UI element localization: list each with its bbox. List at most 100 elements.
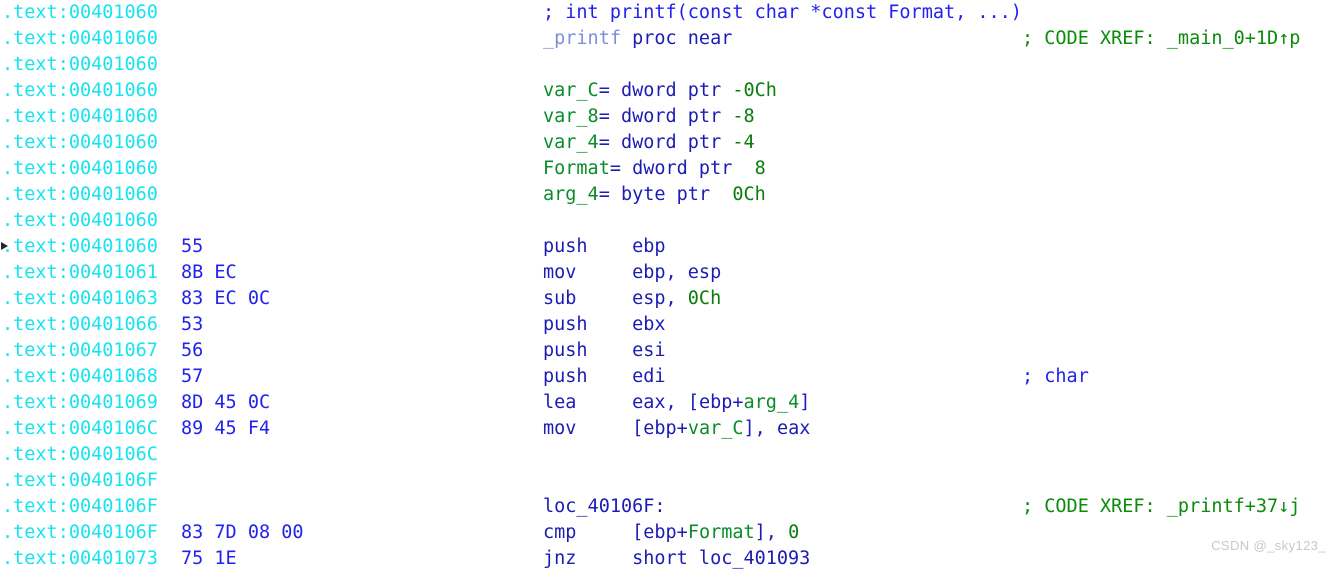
opcode-bytes: 57 <box>181 364 203 390</box>
disasm-line[interactable]: .text:0040106C <box>0 442 1338 468</box>
code-token: 0 <box>788 522 799 543</box>
instruction-text[interactable]: ; int printf(const char *const Format, .… <box>543 0 1022 26</box>
instruction-text[interactable]: loc_40106F: <box>543 494 666 520</box>
disasm-line[interactable]: .text:00401061 8B EC mov ebp, esp <box>0 260 1338 286</box>
disasm-line[interactable]: .text:00401060 <box>0 208 1338 234</box>
instruction-text[interactable]: sub esp, 0Ch <box>543 286 721 312</box>
code-token: lea <box>543 392 576 413</box>
instruction-text[interactable]: Format= dword ptr 8 <box>543 156 766 182</box>
code-token: Format <box>688 522 755 543</box>
address-label: .text:00401068 <box>2 364 158 390</box>
code-token: Format <box>543 158 610 179</box>
disasm-line[interactable]: .text:00401060 <box>0 52 1338 78</box>
address-label: .text:0040106C <box>2 416 158 442</box>
address-label: .text:00401067 <box>2 338 158 364</box>
code-token: var_C <box>543 80 599 101</box>
address-label: .text:00401060 <box>2 26 158 52</box>
code-token: [ <box>576 418 643 439</box>
code-token: ], <box>755 522 788 543</box>
instruction-text[interactable]: push esi <box>543 338 666 364</box>
address-label: .text:00401060 <box>2 208 158 234</box>
disasm-line[interactable]: .text:00401066 53 push ebx <box>0 312 1338 338</box>
disasm-line[interactable]: .text:00401060 Format= dword ptr 8 <box>0 156 1338 182</box>
address-label: .text:00401060 <box>2 234 158 260</box>
code-token: ebp <box>643 522 676 543</box>
code-token: mov <box>543 418 576 439</box>
code-token: var_8 <box>543 106 599 127</box>
disasm-line[interactable]: .text:00401060var_4= dword ptr -4 <box>0 130 1338 156</box>
code-token: 0Ch <box>688 288 721 309</box>
disasm-line[interactable]: .text:00401060var_C= dword ptr -0Ch <box>0 78 1338 104</box>
address-label: .text:00401060 <box>2 0 158 26</box>
disasm-line[interactable]: .text:00401069 8D 45 0C lea eax, [ebp+arg_… <box>0 390 1338 416</box>
code-token: mov ebp, esp <box>543 262 721 283</box>
code-token: push esi <box>543 340 666 361</box>
instruction-text[interactable]: push ebx <box>543 312 666 338</box>
line-comment[interactable]: ; char <box>1022 364 1089 390</box>
disassembly-view[interactable]: .text:00401060 ; int printf(const char *c… <box>0 0 1338 559</box>
opcode-bytes: 89 45 F4 <box>181 416 270 442</box>
disasm-line[interactable]: .text:0040106F 83 7D 08 00 cmp [ebp+Format… <box>0 520 1338 546</box>
code-token: , [ <box>666 392 699 413</box>
instruction-text[interactable]: arg_4= byte ptr 0Ch <box>543 182 766 208</box>
code-token: 8 <box>755 158 766 179</box>
disasm-line[interactable]: .text:00401063 83 EC 0C sub esp, 0Ch <box>0 286 1338 312</box>
code-token: proc near <box>621 28 732 49</box>
opcode-bytes: 8B EC <box>181 260 237 286</box>
code-token: = byte ptr <box>599 184 733 205</box>
disasm-line[interactable]: .text:00401067 56 push esi <box>0 338 1338 364</box>
opcode-bytes: 55 <box>181 234 203 260</box>
disasm-line[interactable]: .text:00401060 55 push ebp <box>0 234 1338 260</box>
code-token: cmp <box>543 522 576 543</box>
address-label: .text:00401066 <box>2 312 158 338</box>
instruction-text[interactable]: cmp [ebp+Format], 0 <box>543 520 799 546</box>
code-token: ], <box>744 418 777 439</box>
disasm-line[interactable]: .text:00401060 _printf proc near ; CODE XR… <box>0 26 1338 52</box>
code-token: ] <box>799 392 810 413</box>
disasm-line[interactable]: .text:0040107375 1Ejnz short loc_401093 <box>0 546 1338 572</box>
disasm-line[interactable]: .text:00401068 57 push edi ; char <box>0 364 1338 390</box>
line-comment[interactable]: ; CODE XREF: _main_0+1D↑p <box>1022 26 1300 52</box>
instruction-text[interactable]: var_8= dword ptr -8 <box>543 104 755 130</box>
code-token: + <box>677 418 688 439</box>
code-token: arg_4 <box>744 392 800 413</box>
instruction-text[interactable]: lea eax, [ebp+arg_4] <box>543 390 810 416</box>
address-label: .text:00401069 <box>2 390 158 416</box>
address-label: .text:00401061 <box>2 260 158 286</box>
disasm-line[interactable]: .text:0040106F <box>0 468 1338 494</box>
address-label: .text:0040106F <box>2 520 158 546</box>
opcode-bytes: 83 7D 08 00 <box>181 520 304 546</box>
instruction-text[interactable]: push edi <box>543 364 666 390</box>
code-token: ebp <box>643 418 676 439</box>
address-label: .text:00401063 <box>2 286 158 312</box>
disasm-line[interactable]: .text:0040106C 89 45 F4 mov [ebp+var_C], e… <box>0 416 1338 442</box>
code-token: push ebx <box>543 314 666 335</box>
disasm-line[interactable]: .text:00401060var_8= dword ptr -8 <box>0 104 1338 130</box>
line-comment[interactable]: ; CODE XREF: _printf+37↓j <box>1022 494 1300 520</box>
code-token: = dword ptr <box>599 132 733 153</box>
opcode-bytes: 56 <box>181 338 203 364</box>
code-token: push edi <box>543 366 666 387</box>
instruction-text[interactable]: mov ebp, esp <box>543 260 721 286</box>
opcode-bytes: 83 EC 0C <box>181 286 270 312</box>
address-label: .text:00401060 <box>2 156 158 182</box>
instruction-text[interactable]: var_4= dword ptr -4 <box>543 130 755 156</box>
instruction-text[interactable]: _printf proc near <box>543 26 732 52</box>
watermark: CSDN @_sky123_ <box>1211 538 1326 553</box>
instruction-text[interactable]: jnz short loc_401093 <box>543 546 810 572</box>
code-token: eax <box>777 418 810 439</box>
disasm-line[interactable]: .text:0040106Floc_40106F:; CODE XREF: _p… <box>0 494 1338 520</box>
opcode-bytes: 53 <box>181 312 203 338</box>
code-token: loc_40106F: <box>543 496 666 517</box>
code-token: -0Ch <box>732 80 777 101</box>
code-token: -4 <box>732 132 754 153</box>
instruction-text[interactable]: var_C= dword ptr -0Ch <box>543 78 777 104</box>
instruction-text[interactable]: push ebp <box>543 234 666 260</box>
disasm-line[interactable]: .text:00401060arg_4= byte ptr 0Ch <box>0 182 1338 208</box>
code-token: eax <box>632 392 665 413</box>
opcode-bytes: 8D 45 0C <box>181 390 270 416</box>
code-token <box>576 392 632 413</box>
disasm-line[interactable]: .text:00401060 ; int printf(const char *c… <box>0 0 1338 26</box>
instruction-text[interactable]: mov [ebp+var_C], eax <box>543 416 810 442</box>
code-token: + <box>677 522 688 543</box>
